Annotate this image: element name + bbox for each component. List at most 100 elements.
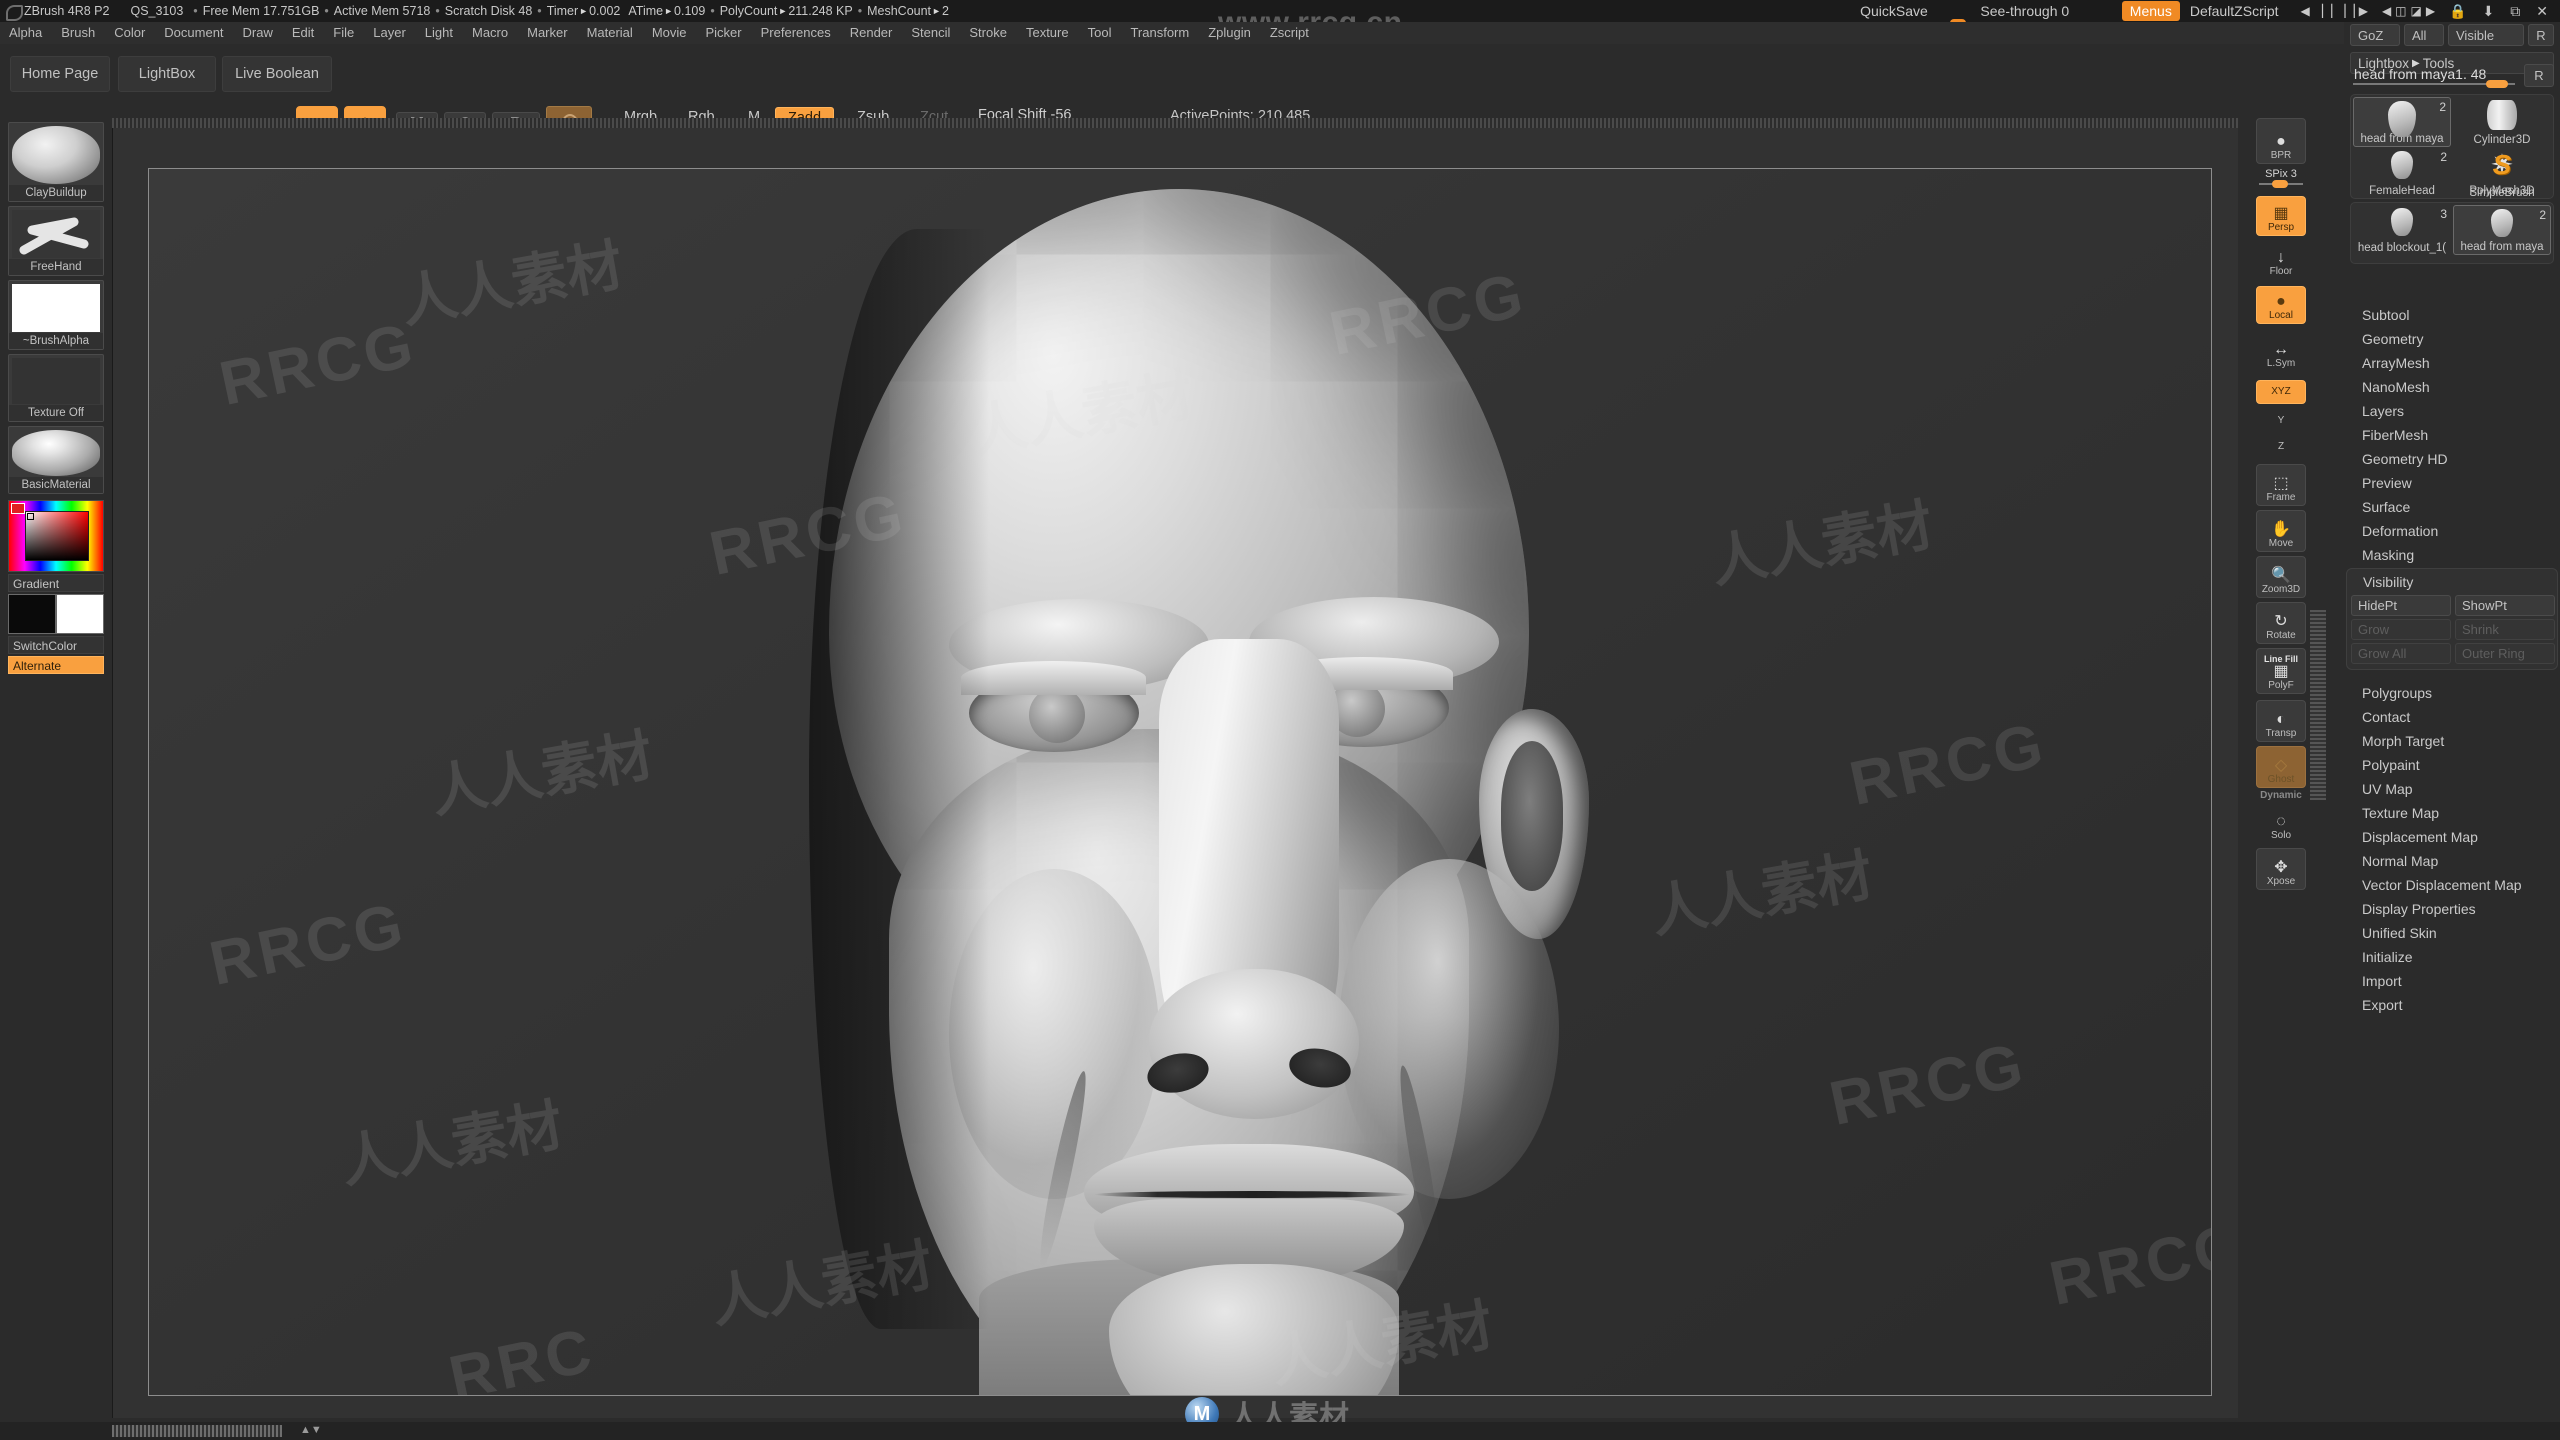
- menu-item-preferences[interactable]: Preferences: [752, 23, 840, 43]
- tool-menu-uv-map[interactable]: UV Map: [2362, 778, 2552, 800]
- tool-menu-nanomesh[interactable]: NanoMesh: [2362, 376, 2552, 398]
- menu-item-stencil[interactable]: Stencil: [902, 23, 959, 43]
- main-color-swatch[interactable]: [8, 594, 56, 634]
- local-symmetry-button[interactable]: ↔ L.Sym: [2256, 340, 2306, 372]
- tray-panel-icon[interactable]: ◪: [2411, 4, 2422, 18]
- move-nav-button[interactable]: ✋ Move: [2256, 510, 2306, 552]
- menu-item-marker[interactable]: Marker: [518, 23, 576, 43]
- goz-r-button[interactable]: R: [2528, 24, 2554, 46]
- tool-cell-head-blockout[interactable]: 3 head blockout_1(: [2353, 205, 2451, 255]
- grow-all-button[interactable]: Grow All: [2351, 643, 2451, 664]
- menu-item-draw[interactable]: Draw: [234, 23, 282, 43]
- tray-resize-handle[interactable]: [2310, 610, 2326, 800]
- see-through-slider[interactable]: See-through 0: [1949, 3, 2100, 27]
- shrink-button[interactable]: Shrink: [2455, 619, 2555, 640]
- tool-menu-preview[interactable]: Preview: [2362, 472, 2552, 494]
- lock-icon[interactable]: 🔒: [2449, 3, 2466, 20]
- tool-menu-normal-map[interactable]: Normal Map: [2362, 850, 2552, 872]
- tool-r-button[interactable]: R: [2524, 64, 2554, 87]
- color-picker[interactable]: [8, 500, 104, 572]
- color-swatch-row[interactable]: [8, 594, 104, 634]
- rotate-nav-button[interactable]: ↻ Rotate: [2256, 602, 2306, 644]
- tool-cell-femalehead[interactable]: 2 FemaleHead: [2353, 148, 2451, 198]
- tool-menu-surface[interactable]: Surface: [2362, 496, 2552, 518]
- tool-menu-masking[interactable]: Masking: [2362, 544, 2552, 566]
- outer-ring-button[interactable]: Outer Ring: [2455, 643, 2555, 664]
- transparency-button[interactable]: ◐ Transp: [2256, 700, 2306, 742]
- brush-selector[interactable]: ClayBuildup: [8, 122, 104, 202]
- menu-item-zplugin[interactable]: Zplugin: [1199, 23, 1260, 43]
- tool-menu-unified-skin[interactable]: Unified Skin: [2362, 922, 2552, 944]
- polyframe-button[interactable]: Line Fill ▦ PolyF: [2256, 648, 2306, 694]
- document-viewport[interactable]: RRCG 人人素材 RRCG 人人素材 RRCG 人人素材 RRCG 人人素材 …: [148, 168, 2212, 1396]
- color-picker-marker[interactable]: [27, 513, 34, 520]
- local-button[interactable]: ● Local: [2256, 286, 2306, 324]
- menu-item-light[interactable]: Light: [416, 23, 462, 43]
- hidept-button[interactable]: HidePt: [2351, 595, 2451, 616]
- chevron-left-icon[interactable]: ◀: [2382, 4, 2391, 18]
- home-page-button[interactable]: Home Page: [10, 56, 110, 92]
- showpt-button[interactable]: ShowPt: [2455, 595, 2555, 616]
- tool-menu-contact[interactable]: Contact: [2362, 706, 2552, 728]
- tool-menu-initialize[interactable]: Initialize: [2362, 946, 2552, 968]
- tool-menu-subtool[interactable]: Subtool: [2362, 304, 2552, 326]
- tool-menu-displacement-map[interactable]: Displacement Map: [2362, 826, 2552, 848]
- ghost-button[interactable]: ◇ Ghost: [2256, 746, 2306, 788]
- current-tool-row[interactable]: head from maya1. 48 R: [2350, 64, 2554, 88]
- tool-menu-deformation[interactable]: Deformation: [2362, 520, 2552, 542]
- menu-item-brush[interactable]: Brush: [52, 23, 104, 43]
- menu-item-tool[interactable]: Tool: [1079, 23, 1121, 43]
- menus-button[interactable]: Menus: [2121, 1, 2180, 21]
- secondary-color-swatch[interactable]: [56, 594, 104, 634]
- tool-menu-import[interactable]: Import: [2362, 970, 2552, 992]
- chevron-right-icon[interactable]: ▶: [2359, 4, 2368, 18]
- grow-button[interactable]: Grow: [2351, 619, 2451, 640]
- tool-cell-head-from-maya[interactable]: 2 head from maya: [2353, 97, 2451, 147]
- tool-menu-display-properties[interactable]: Display Properties: [2362, 898, 2552, 920]
- menu-item-transform[interactable]: Transform: [1121, 23, 1198, 43]
- lightbox-button[interactable]: LightBox: [118, 56, 216, 92]
- alternate-button[interactable]: Alternate: [8, 656, 104, 674]
- y-axis-button[interactable]: Y: [2256, 410, 2306, 432]
- tool-menu-export[interactable]: Export: [2362, 994, 2552, 1016]
- xyz-button[interactable]: XYZ: [2256, 380, 2306, 404]
- menu-item-zscript[interactable]: Zscript: [1261, 23, 1318, 43]
- solo-button[interactable]: ◌ Solo: [2256, 804, 2306, 844]
- tool-cell-cylinder3d[interactable]: Cylinder3D: [2453, 97, 2551, 147]
- close-icon[interactable]: ✕: [2536, 3, 2548, 20]
- tool-menu-geometry-hd[interactable]: Geometry HD: [2362, 448, 2552, 470]
- tool-menu-layers[interactable]: Layers: [2362, 400, 2552, 422]
- default-zscript-label[interactable]: DefaultZScript: [2190, 3, 2279, 19]
- gradient-button[interactable]: Gradient: [8, 574, 104, 592]
- live-boolean-button[interactable]: Live Boolean: [222, 56, 332, 92]
- menu-item-macro[interactable]: Macro: [463, 23, 517, 43]
- bottom-scrollbar[interactable]: ▲▼: [0, 1422, 2560, 1440]
- menu-item-color[interactable]: Color: [105, 23, 154, 43]
- tool-slider-knob[interactable]: [2486, 80, 2508, 88]
- restore-icon[interactable]: ⧉: [2510, 3, 2520, 20]
- frame-button[interactable]: ⬚ Frame: [2256, 464, 2306, 506]
- stroke-selector[interactable]: FreeHand: [8, 206, 104, 276]
- tray-panel-icon[interactable]: ◫: [2395, 4, 2406, 18]
- tool-menu-morph-target[interactable]: Morph Target: [2362, 730, 2552, 752]
- spix-knob[interactable]: [2272, 180, 2288, 188]
- menu-item-stroke[interactable]: Stroke: [960, 23, 1016, 43]
- z-axis-button[interactable]: Z: [2256, 436, 2306, 458]
- tool-menu-arraymesh[interactable]: ArrayMesh: [2362, 352, 2552, 374]
- perspective-button[interactable]: ▦ Persp: [2256, 196, 2306, 236]
- goz-all-button[interactable]: All: [2404, 24, 2444, 46]
- chevron-right-icon[interactable]: ▶: [2426, 4, 2435, 18]
- sculpt-model[interactable]: [149, 169, 2211, 1395]
- menu-item-texture[interactable]: Texture: [1017, 23, 1078, 43]
- switch-color-button[interactable]: SwitchColor: [8, 636, 104, 654]
- chevron-left-icon[interactable]: ◀: [2301, 4, 2310, 18]
- alpha-selector[interactable]: ~BrushAlpha: [8, 280, 104, 350]
- goz-button[interactable]: GoZ: [2350, 24, 2400, 46]
- tool-menu-polypaint[interactable]: Polypaint: [2362, 754, 2552, 776]
- tool-menu-visibility[interactable]: Visibility: [2363, 571, 2413, 593]
- menu-item-movie[interactable]: Movie: [643, 23, 696, 43]
- menu-item-layer[interactable]: Layer: [364, 23, 415, 43]
- scrollbar-arrows[interactable]: ▲▼: [300, 1424, 322, 1436]
- texture-selector[interactable]: Texture Off: [8, 354, 104, 422]
- goz-visible-button[interactable]: Visible: [2448, 24, 2524, 46]
